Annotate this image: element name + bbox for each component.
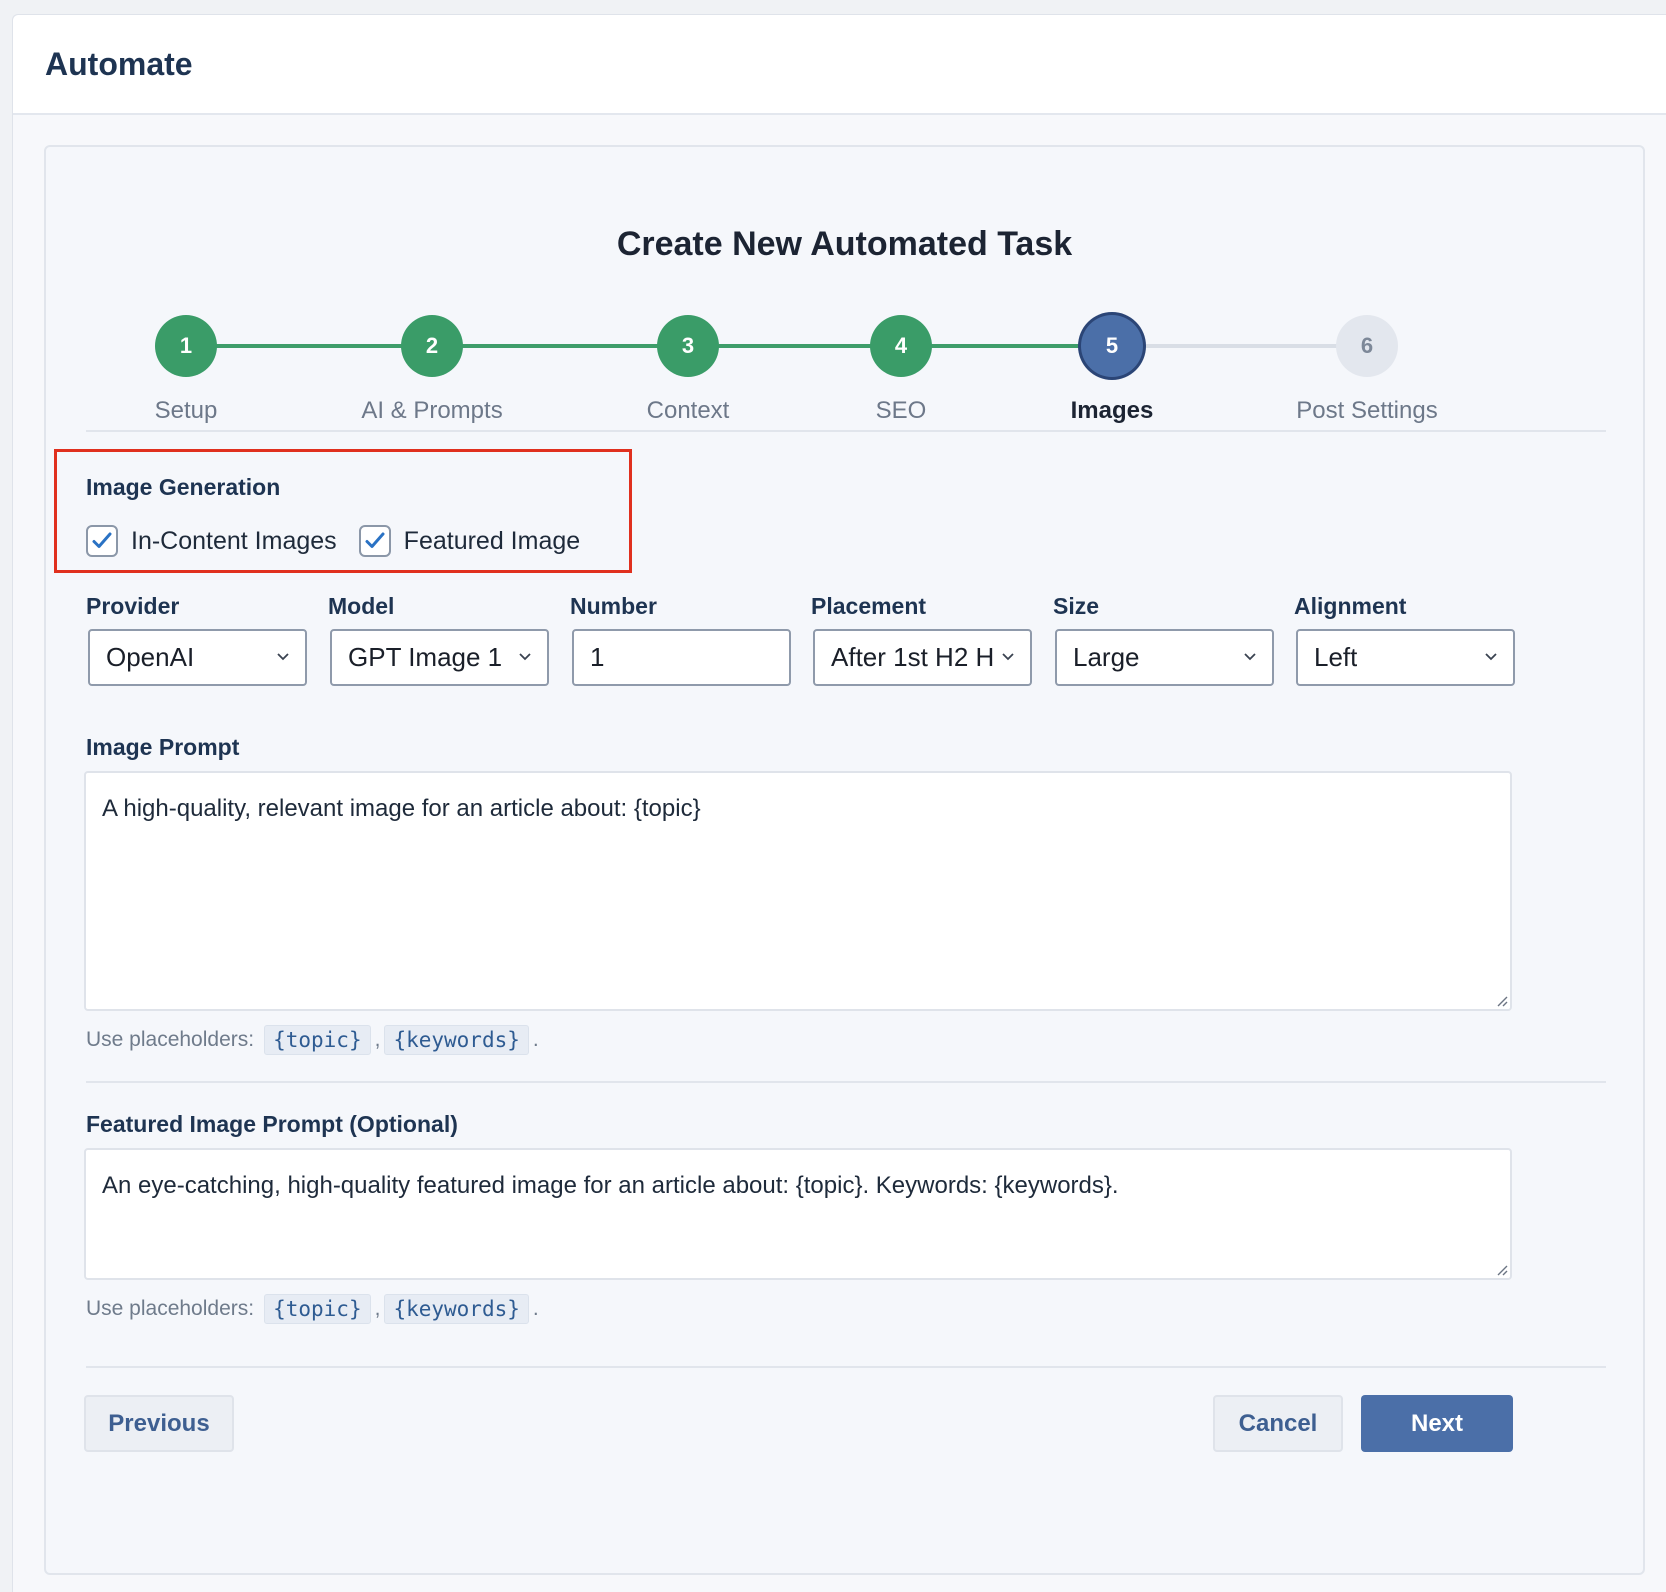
size-label: Size	[1053, 593, 1100, 619]
stepper: 1 Setup 2 AI & Prompts 3 Context 4 SEO 5…	[46, 307, 1643, 427]
featured-prompt-value: An eye-catching, high-quality featured i…	[102, 1172, 1119, 1199]
placeholder-topic: {topic}	[264, 1025, 371, 1055]
image-prompt-textarea[interactable]: A high-quality, relevant image for an ar…	[84, 771, 1512, 1011]
hint-prefix: Use placeholders:	[86, 1297, 255, 1320]
featured-prompt-label: Featured Image Prompt (Optional)	[86, 1111, 458, 1137]
wizard-title: Create New Automated Task	[616, 225, 1073, 263]
alignment-value: Left	[1314, 642, 1358, 672]
size-value: Large	[1073, 642, 1140, 672]
app-header: Automate	[13, 15, 1666, 115]
image-prompt-label: Image Prompt	[86, 734, 240, 760]
featured-prompt-hint: Use placeholders: {topic}, {keywords}.	[86, 1294, 539, 1324]
model-select[interactable]: GPT Image 1	[330, 629, 549, 686]
featured-image-checkbox[interactable]	[358, 525, 391, 557]
placeholder-topic: {topic}	[264, 1294, 371, 1324]
alignment-label: Alignment	[1294, 593, 1407, 619]
step-number: 6	[1336, 315, 1398, 377]
checkmark-icon	[92, 532, 112, 548]
step-number: 3	[657, 315, 719, 377]
app-title: Automate	[45, 45, 193, 82]
next-button[interactable]: Next	[1361, 1395, 1513, 1452]
chevron-down-icon	[519, 653, 531, 661]
placement-value: After 1st H2 H	[831, 642, 995, 672]
chevron-down-icon	[1244, 653, 1256, 661]
alignment-select[interactable]: Left	[1296, 629, 1515, 686]
step-number: 5	[1081, 315, 1143, 377]
hint-prefix: Use placeholders:	[86, 1028, 255, 1051]
provider-label: Provider	[86, 593, 180, 619]
step-seo[interactable]: 4 SEO	[781, 307, 1021, 425]
step-number: 1	[155, 315, 217, 377]
image-generation-label: Image Generation	[86, 474, 281, 500]
chevron-down-icon	[277, 653, 289, 661]
step-label: Post Settings	[1296, 397, 1438, 424]
number-value: 1	[590, 642, 605, 672]
step-label: AI & Prompts	[361, 397, 503, 424]
number-input[interactable]: 1	[572, 629, 791, 686]
placeholder-keywords: {keywords}	[384, 1294, 529, 1324]
featured-image-label[interactable]: Featured Image	[404, 527, 581, 556]
in-content-images-label[interactable]: In-Content Images	[131, 527, 337, 556]
step-images[interactable]: 5 Images	[992, 307, 1232, 425]
step-label: Setup	[154, 397, 218, 424]
step-ai-prompts[interactable]: 2 AI & Prompts	[312, 307, 552, 425]
step-context[interactable]: 3 Context	[568, 307, 808, 425]
wizard-card: Create New Automated Task 1 Setup 2 AI &…	[44, 145, 1645, 1575]
model-value: GPT Image 1	[348, 642, 503, 672]
image-prompt-value: A high-quality, relevant image for an ar…	[102, 795, 701, 822]
step-number: 4	[870, 315, 932, 377]
resize-handle-icon[interactable]	[1494, 1262, 1508, 1276]
step-setup[interactable]: 1 Setup	[66, 307, 306, 425]
previous-button[interactable]: Previous	[84, 1395, 234, 1452]
in-content-images-checkbox[interactable]	[86, 525, 118, 557]
provider-value: OpenAI	[106, 642, 195, 672]
image-prompt-hint: Use placeholders: {topic}, {keywords}.	[86, 1025, 539, 1055]
resize-handle-icon[interactable]	[1494, 993, 1508, 1007]
provider-select[interactable]: OpenAI	[88, 629, 307, 686]
placement-select[interactable]: After 1st H2 H	[813, 629, 1032, 686]
step-label: Images	[1070, 397, 1154, 424]
chevron-down-icon	[1485, 653, 1497, 661]
number-label: Number	[570, 593, 657, 619]
step-number: 2	[401, 315, 463, 377]
featured-prompt-textarea[interactable]: An eye-catching, high-quality featured i…	[84, 1148, 1512, 1280]
chevron-down-icon	[1002, 653, 1014, 661]
image-generation-options: In-Content Images Featured Image	[86, 525, 602, 557]
model-label: Model	[328, 593, 395, 619]
checkmark-icon	[365, 532, 385, 548]
divider	[86, 1366, 1606, 1368]
size-select[interactable]: Large	[1055, 629, 1274, 686]
step-label: SEO	[875, 397, 927, 424]
step-label: Context	[646, 397, 730, 424]
cancel-button[interactable]: Cancel	[1213, 1395, 1343, 1452]
placement-label: Placement	[811, 593, 927, 619]
step-post-settings[interactable]: 6 Post Settings	[1247, 307, 1487, 425]
app-window: Automate Create New Automated Task 1 Set…	[12, 14, 1666, 1592]
divider	[86, 430, 1606, 432]
placeholder-keywords: {keywords}	[384, 1025, 529, 1055]
divider	[86, 1081, 1606, 1083]
